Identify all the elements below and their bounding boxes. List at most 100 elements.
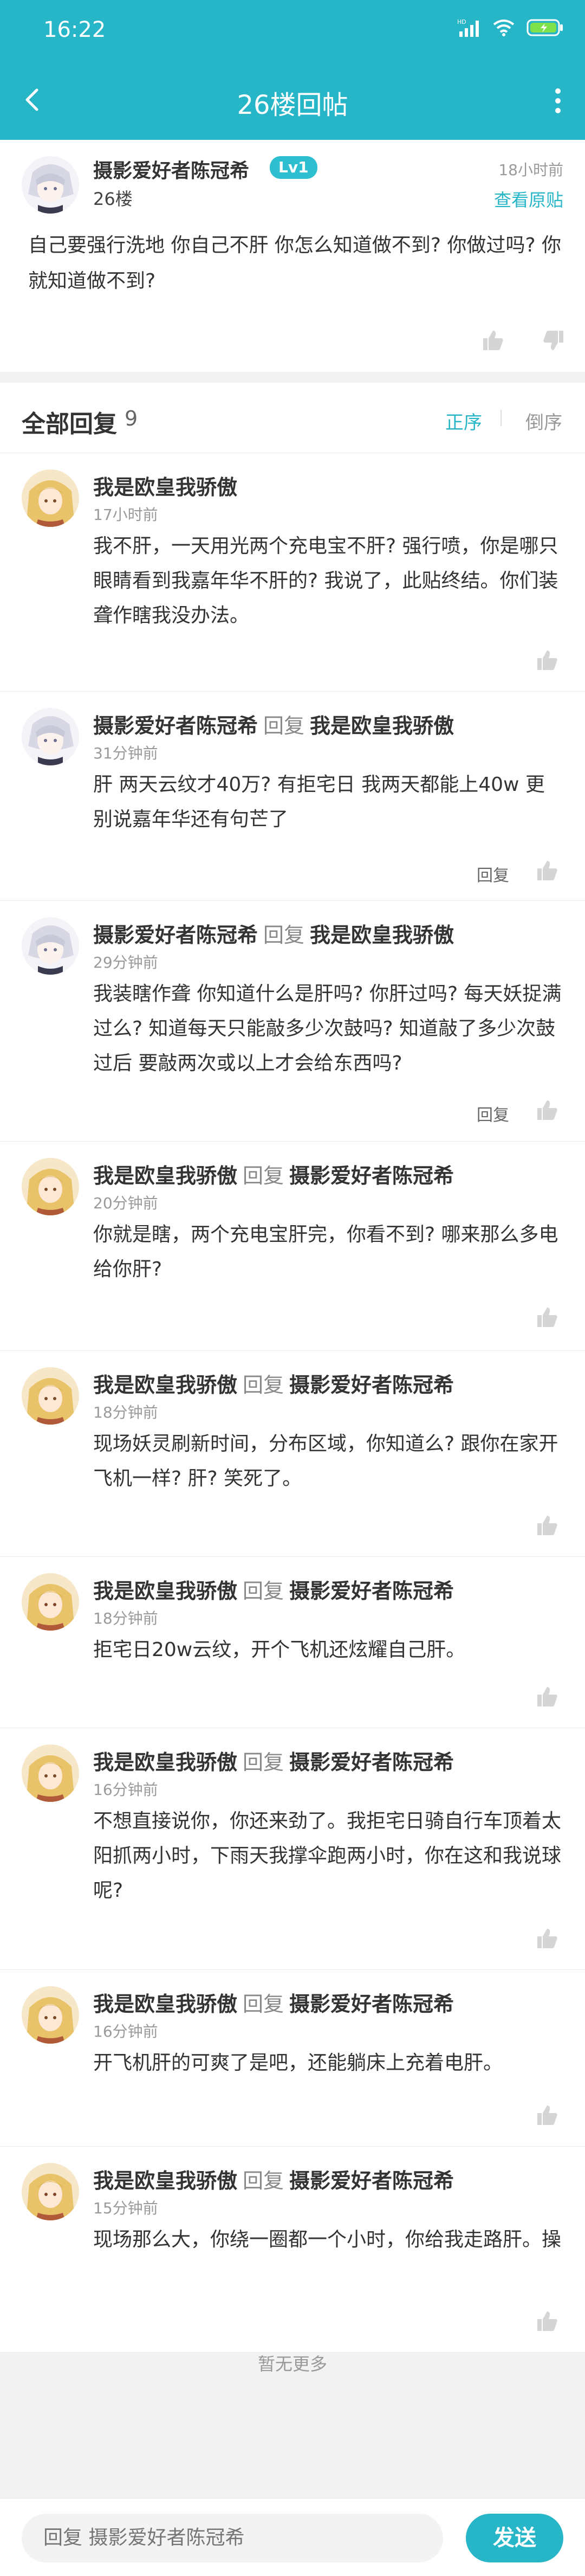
post-content: 自己要强行洗地 你自己不肝 你怎么知道做不到? 你做过吗? 你就知道做不到? [28, 234, 561, 292]
post-floor: 26楼 [93, 189, 133, 209]
reply-author[interactable]: 我是欧皇我骄傲 [93, 1579, 237, 1603]
reply-time: 18分钟前 [93, 1403, 158, 1421]
thumbs-up-icon[interactable] [535, 648, 559, 674]
reply-time: 31分钟前 [93, 744, 158, 762]
status-icons: HD [457, 18, 563, 39]
thumbs-up-icon[interactable] [535, 1098, 559, 1124]
avatar[interactable] [22, 2163, 79, 2220]
post-author[interactable]: 摄影爱好者陈冠希 [93, 155, 249, 183]
reply-button[interactable]: 回复 [477, 1102, 509, 1125]
view-original-link[interactable]: 查看原贴 [494, 186, 563, 211]
reply-connector: 回复 [243, 1373, 284, 1397]
reply-connector: 回复 [263, 923, 305, 947]
reply-text: 拒宅日20w云纹，开个飞机还炫耀自己肝。 [93, 1639, 466, 1661]
avatar[interactable] [22, 1367, 79, 1425]
avatar[interactable] [22, 708, 79, 765]
reply-connector: 回复 [263, 714, 305, 738]
status-time: 16:22 [43, 17, 106, 42]
sort-descending-tab[interactable]: 倒序 [525, 408, 562, 434]
reply-header: 我是欧皇我骄傲 回复 摄影爱好者陈冠希 [93, 1159, 454, 1189]
reply-header: 我是欧皇我骄傲 回复 摄影爱好者陈冠希 [93, 1987, 454, 2017]
avatar[interactable] [22, 1744, 79, 1802]
reply-target[interactable]: 摄影爱好者陈冠希 [289, 2169, 454, 2193]
reply-author[interactable]: 我是欧皇我骄傲 [93, 1750, 237, 1774]
avatar[interactable] [22, 1573, 79, 1631]
reply-time: 18分钟前 [93, 1609, 158, 1627]
reply-connector: 回复 [243, 1164, 284, 1188]
post-time: 18小时前 [498, 161, 563, 179]
reply-time: 15分钟前 [93, 2199, 158, 2217]
reply-header: 摄影爱好者陈冠希 回复 我是欧皇我骄傲 [93, 709, 454, 739]
reply-target[interactable]: 摄影爱好者陈冠希 [289, 1992, 454, 2016]
thumbs-up-icon[interactable] [535, 1305, 559, 1331]
original-post: 摄影爱好者陈冠希 Lv1 26楼 18小时前 查看原贴 自己要强行洗地 你自己不… [0, 140, 585, 372]
thumbs-up-icon[interactable] [481, 329, 505, 355]
reply-time: 16分钟前 [93, 2023, 158, 2040]
reply-header: 我是欧皇我骄傲 回复 摄影爱好者陈冠希 [93, 1368, 454, 1398]
replies-header: 全部回复 9 正序 倒序 [0, 383, 585, 453]
reply-item: 我是欧皇我骄傲 回复 摄影爱好者陈冠希 16分钟前 不想直接说你，你还来劲了。我拒宅… [0, 1728, 585, 1970]
thumbs-up-icon[interactable] [535, 1927, 559, 1953]
reply-header: 我是欧皇我骄傲 回复 摄影爱好者陈冠希 [93, 1746, 454, 1775]
network-label: HD [457, 18, 466, 25]
sort-ascending-tab[interactable]: 正序 [445, 408, 482, 434]
reply-author[interactable]: 我是欧皇我骄傲 [93, 2169, 237, 2193]
reply-target[interactable]: 摄影爱好者陈冠希 [289, 1579, 454, 1603]
reply-time: 16分钟前 [93, 1781, 158, 1799]
thumbs-up-icon[interactable] [535, 859, 559, 885]
level-badge: Lv1 [270, 156, 317, 179]
signal-icon: HD [457, 18, 481, 39]
reply-item: 我是欧皇我骄傲 回复 摄影爱好者陈冠希 15分钟前 现场那么大，你绕一圈都一个小时，… [0, 2147, 585, 2353]
reply-author[interactable]: 摄影爱好者陈冠希 [93, 923, 258, 947]
send-button[interactable]: 发送 [466, 2514, 563, 2562]
replies-label: 全部回复 [22, 410, 117, 438]
replies-count: 9 [125, 407, 138, 430]
reply-text: 现场妖灵刷新时间，分布区域，你知道么? 跟你在家开飞机一样? 肝? 笑死了。 [93, 1433, 558, 1490]
avatar[interactable] [22, 917, 79, 975]
avatar[interactable] [22, 156, 79, 214]
reply-header: 我是欧皇我骄傲 回复 摄影爱好者陈冠希 [93, 2164, 454, 2194]
reply-item: 我是欧皇我骄傲 回复 摄影爱好者陈冠希 18分钟前 现场妖灵刷新时间，分布区域，你知… [0, 1351, 585, 1557]
reply-target[interactable]: 我是欧皇我骄傲 [310, 714, 454, 738]
reply-button[interactable]: 回复 [477, 862, 509, 886]
wifi-icon [493, 19, 515, 38]
reply-header: 我是欧皇我骄傲 回复 摄影爱好者陈冠希 [93, 1574, 454, 1604]
reply-header: 摄影爱好者陈冠希 回复 我是欧皇我骄傲 [93, 918, 454, 948]
thumbs-up-icon[interactable] [535, 2103, 559, 2129]
sort-divider [500, 410, 502, 426]
thumbs-down-icon[interactable] [542, 329, 566, 355]
reply-text: 肝 两天云纹才40万? 有拒宅日 我两天都能上40w 更别说嘉年华还有句芒了 [93, 774, 545, 830]
reply-author[interactable]: 摄影爱好者陈冠希 [93, 714, 258, 738]
title-bar: 26楼回帖 [0, 60, 585, 140]
reply-text: 开飞机肝的可爽了是吧，还能躺床上充着电肝。 [93, 2052, 503, 2074]
avatar[interactable] [22, 469, 79, 527]
reply-text: 不想直接说你，你还来劲了。我拒宅日骑自行车顶着太阳抓两小时，下雨天我撑伞跑两小时… [93, 1810, 562, 1902]
no-more-note: 暂无更多 [257, 2354, 327, 2374]
reply-target[interactable]: 摄影爱好者陈冠希 [289, 1750, 454, 1774]
reply-target[interactable]: 摄影爱好者陈冠希 [289, 1164, 454, 1188]
reply-connector: 回复 [243, 1579, 284, 1603]
thumbs-up-icon[interactable] [535, 1514, 559, 1540]
thumbs-up-icon[interactable] [535, 1685, 559, 1711]
battery-icon [526, 19, 563, 38]
reply-target[interactable]: 摄影爱好者陈冠希 [289, 1373, 454, 1397]
reply-text: 现场那么大，你绕一圈都一个小时，你给我走路肝。操 [93, 2229, 562, 2251]
avatar[interactable] [22, 1986, 79, 2044]
reply-connector: 回复 [243, 2169, 284, 2193]
reply-author[interactable]: 我是欧皇我骄傲 [93, 1164, 237, 1188]
more-vertical-icon[interactable] [552, 87, 563, 115]
reply-target[interactable]: 我是欧皇我骄傲 [310, 923, 454, 947]
reply-input[interactable] [22, 2514, 443, 2562]
avatar[interactable] [22, 1158, 79, 1215]
reply-text: 我装瞎作聋 你知道什么是肝吗? 你肝过吗? 每天妖捉满过么? 知道每天只能敲多少… [93, 983, 562, 1074]
reply-author[interactable]: 我是欧皇我骄傲 [93, 475, 237, 499]
thumbs-up-icon[interactable] [535, 2309, 559, 2335]
reply-author[interactable]: 我是欧皇我骄傲 [93, 1373, 237, 1397]
status-bar: 16:22 HD [0, 0, 585, 60]
reply-author[interactable]: 我是欧皇我骄傲 [93, 1992, 237, 2016]
reply-item: 我是欧皇我骄傲 回复 摄影爱好者陈冠希 16分钟前 开飞机肝的可爽了是吧，还能躺床上… [0, 1970, 585, 2147]
reply-connector: 回复 [243, 1750, 284, 1774]
page-title: 26楼回帖 [237, 90, 348, 120]
reply-time: 17小时前 [93, 506, 158, 524]
reply-item: 我是欧皇我骄傲 回复 摄影爱好者陈冠希 20分钟前 你就是瞎，两个充电宝肝完，你看不… [0, 1142, 585, 1351]
